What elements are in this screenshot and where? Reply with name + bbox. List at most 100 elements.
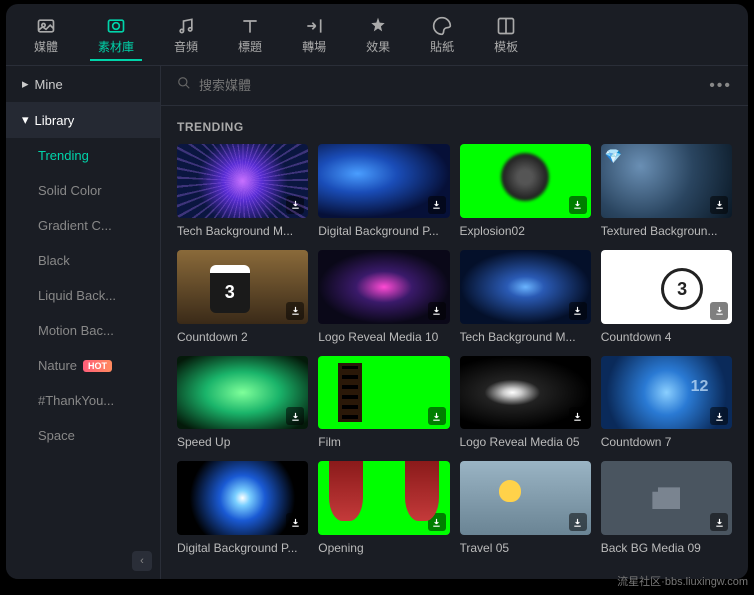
media-card[interactable]: Tech Background M... bbox=[177, 144, 308, 238]
nav-effect[interactable]: 效果 bbox=[358, 12, 398, 61]
audio-icon bbox=[176, 16, 196, 36]
download-button[interactable] bbox=[286, 513, 304, 531]
download-button[interactable] bbox=[428, 407, 446, 425]
media-card[interactable]: Opening bbox=[318, 461, 449, 555]
sidebar-item[interactable]: Motion Bac... bbox=[6, 313, 160, 348]
watermark: 流星社区·bbs.liuxingw.com bbox=[617, 573, 748, 589]
media-title: Countdown 4 bbox=[601, 330, 732, 344]
media-card[interactable]: Countdown 4 bbox=[601, 250, 732, 344]
sidebar-item[interactable]: Liquid Back... bbox=[6, 278, 160, 313]
sidebar-collapse: ‹ bbox=[6, 543, 160, 579]
media-card[interactable]: Film bbox=[318, 356, 449, 450]
section-heading: TRENDING bbox=[177, 120, 732, 134]
media-title: Logo Reveal Media 10 bbox=[318, 330, 449, 344]
media-title: Travel 05 bbox=[460, 541, 591, 555]
media-title: Speed Up bbox=[177, 435, 308, 449]
sidebar-item-label: Motion Bac... bbox=[38, 323, 114, 338]
nav-template[interactable]: 模板 bbox=[486, 12, 526, 61]
sidebar-group-library[interactable]: ▾ Library bbox=[6, 102, 160, 138]
download-button[interactable] bbox=[710, 196, 728, 214]
app-window: 媒體素材庫 音頻標題轉場 效果貼紙模板 ▸ Mine ▾ Library Trend… bbox=[6, 4, 748, 579]
sidebar-group-label: Library bbox=[35, 113, 75, 128]
nav-transition[interactable]: 轉場 bbox=[294, 12, 334, 61]
media-thumbnail[interactable] bbox=[318, 250, 449, 324]
media-thumbnail[interactable] bbox=[460, 356, 591, 430]
sidebar-item[interactable]: NatureHOT bbox=[6, 348, 160, 383]
media-title: Film bbox=[318, 435, 449, 449]
media-thumbnail[interactable]: 💎 bbox=[601, 144, 732, 218]
top-nav: 媒體素材庫 音頻標題轉場 效果貼紙模板 bbox=[6, 4, 748, 66]
media-card[interactable]: Speed Up bbox=[177, 356, 308, 450]
media-card[interactable]: Logo Reveal Media 10 bbox=[318, 250, 449, 344]
sidebar-item[interactable]: Gradient C... bbox=[6, 208, 160, 243]
media-title: Countdown 7 bbox=[601, 435, 732, 449]
sidebar-item-label: Gradient C... bbox=[38, 218, 112, 233]
media-thumbnail[interactable] bbox=[318, 144, 449, 218]
download-button[interactable] bbox=[569, 302, 587, 320]
search-bar: ••• bbox=[161, 66, 748, 106]
sidebar-item[interactable]: Solid Color bbox=[6, 173, 160, 208]
sidebar-group-mine[interactable]: ▸ Mine bbox=[6, 66, 160, 102]
sidebar-item-label: Nature bbox=[38, 358, 77, 373]
download-button[interactable] bbox=[286, 196, 304, 214]
collapse-sidebar-button[interactable]: ‹ bbox=[132, 551, 152, 571]
nav-label: 轉場 bbox=[302, 38, 326, 55]
media-thumbnail[interactable] bbox=[601, 250, 732, 324]
media-thumbnail[interactable] bbox=[177, 250, 308, 324]
media-card[interactable]: Logo Reveal Media 05 bbox=[460, 356, 591, 450]
nav-label: 模板 bbox=[494, 38, 518, 55]
media-card[interactable]: Travel 05 bbox=[460, 461, 591, 555]
search-input[interactable] bbox=[199, 78, 701, 93]
sidebar-item[interactable]: #ThankYou... bbox=[6, 383, 160, 418]
media-thumbnail[interactable] bbox=[601, 461, 732, 535]
download-button[interactable] bbox=[428, 196, 446, 214]
media-card[interactable]: Back BG Media 09 bbox=[601, 461, 732, 555]
download-button[interactable] bbox=[428, 302, 446, 320]
download-button[interactable] bbox=[569, 513, 587, 531]
media-title: Explosion02 bbox=[460, 224, 591, 238]
media-thumbnail[interactable] bbox=[460, 461, 591, 535]
nav-text[interactable]: 標題 bbox=[230, 12, 270, 61]
media-card[interactable]: Countdown 2 bbox=[177, 250, 308, 344]
nav-stock[interactable]: 素材庫 bbox=[90, 12, 142, 61]
media-title: Digital Background P... bbox=[318, 224, 449, 238]
media-card[interactable]: Digital Background P... bbox=[177, 461, 308, 555]
media-icon bbox=[36, 16, 56, 36]
download-button[interactable] bbox=[428, 513, 446, 531]
media-title: Logo Reveal Media 05 bbox=[460, 435, 591, 449]
media-thumbnail[interactable] bbox=[177, 144, 308, 218]
chevron-down-icon: ▾ bbox=[22, 112, 29, 128]
content-area: TRENDING Tech Background M... Digital Bac… bbox=[161, 106, 748, 579]
media-card[interactable]: Tech Background M... bbox=[460, 250, 591, 344]
download-button[interactable] bbox=[569, 407, 587, 425]
media-thumbnail[interactable] bbox=[177, 356, 308, 430]
media-title: Tech Background M... bbox=[460, 330, 591, 344]
download-button[interactable] bbox=[710, 513, 728, 531]
nav-sticker[interactable]: 貼紙 bbox=[422, 12, 462, 61]
sidebar-item[interactable]: Trending bbox=[6, 138, 160, 173]
media-thumbnail[interactable] bbox=[177, 461, 308, 535]
text-icon bbox=[240, 16, 260, 36]
media-card[interactable]: Countdown 7 bbox=[601, 356, 732, 450]
media-thumbnail[interactable] bbox=[601, 356, 732, 430]
media-thumbnail[interactable] bbox=[318, 356, 449, 430]
sidebar-item[interactable]: Black bbox=[6, 243, 160, 278]
nav-media[interactable]: 媒體 bbox=[26, 12, 66, 61]
download-button[interactable] bbox=[286, 407, 304, 425]
media-grid: Tech Background M... Digital Background P… bbox=[177, 144, 732, 555]
media-card[interactable]: 💎Textured Backgroun... bbox=[601, 144, 732, 238]
nav-audio[interactable]: 音頻 bbox=[166, 12, 206, 61]
download-button[interactable] bbox=[286, 302, 304, 320]
sidebar-item[interactable]: Space bbox=[6, 418, 160, 453]
download-button[interactable] bbox=[710, 302, 728, 320]
media-card[interactable]: Digital Background P... bbox=[318, 144, 449, 238]
media-thumbnail[interactable] bbox=[318, 461, 449, 535]
nav-label: 素材庫 bbox=[98, 38, 134, 55]
download-button[interactable] bbox=[569, 196, 587, 214]
premium-badge-icon: 💎 bbox=[605, 148, 622, 165]
more-button[interactable]: ••• bbox=[709, 77, 732, 95]
media-thumbnail[interactable] bbox=[460, 250, 591, 324]
download-button[interactable] bbox=[710, 407, 728, 425]
media-card[interactable]: Explosion02 bbox=[460, 144, 591, 238]
media-thumbnail[interactable] bbox=[460, 144, 591, 218]
